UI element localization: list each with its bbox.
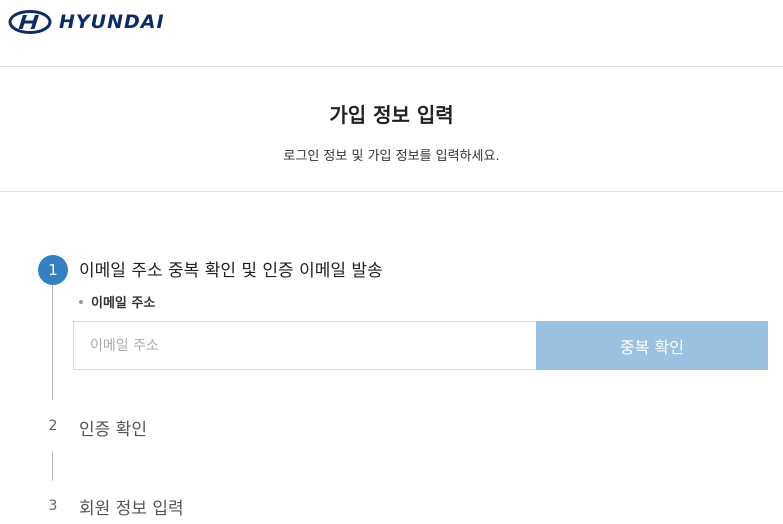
hyundai-logo[interactable]: HYUNDAI bbox=[8, 10, 165, 34]
email-field-label: 이메일 주소 bbox=[79, 292, 155, 311]
step-title-3: 회원 정보 입력 bbox=[79, 499, 184, 519]
step-number-2: 2 bbox=[48, 418, 58, 434]
page-title: 가입 정보 입력 bbox=[329, 103, 454, 127]
email-input[interactable] bbox=[73, 321, 536, 370]
step-number-1: 1 bbox=[38, 255, 68, 285]
duplicate-check-button[interactable]: 중복 확인 bbox=[536, 321, 768, 370]
step-connector-line bbox=[52, 451, 53, 481]
intro-section: 가입 정보 입력 로그인 정보 및 가입 정보를 입력하세요. bbox=[0, 67, 783, 192]
page-subtitle: 로그인 정보 및 가입 정보를 입력하세요. bbox=[283, 149, 500, 164]
step-connector-line bbox=[52, 285, 53, 400]
step-title-2: 인증 확인 bbox=[79, 420, 147, 440]
step-title-1: 이메일 주소 중복 확인 및 인증 이메일 발송 bbox=[79, 261, 383, 281]
brand-wordmark: HYUNDAI bbox=[59, 11, 165, 33]
email-label-text: 이메일 주소 bbox=[91, 296, 156, 311]
hyundai-logo-icon bbox=[8, 10, 52, 34]
step-number-3: 3 bbox=[48, 498, 58, 514]
site-header: HYUNDAI bbox=[0, 0, 783, 67]
signup-steps: 1 이메일 주소 중복 확인 및 인증 이메일 발송 이메일 주소 중복 확인 … bbox=[0, 192, 783, 524]
bullet-icon bbox=[79, 299, 83, 304]
